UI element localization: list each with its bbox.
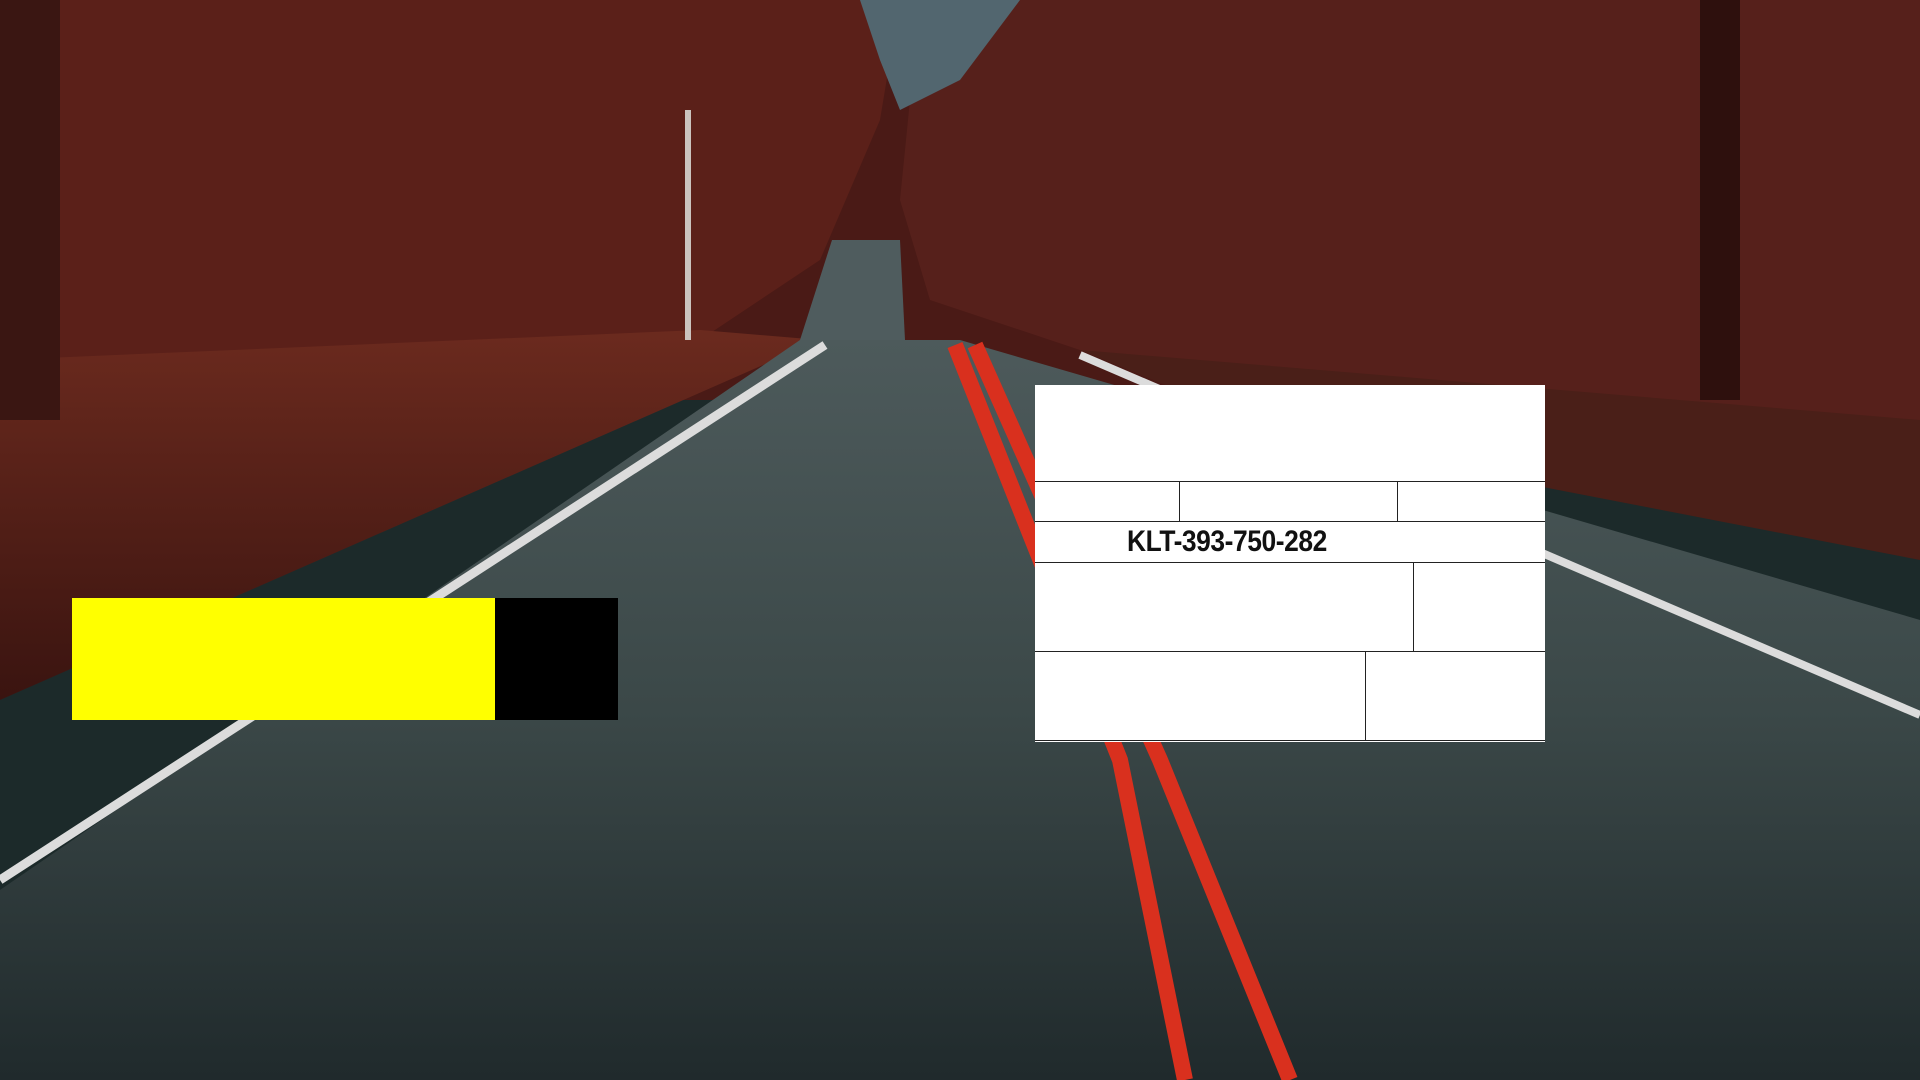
tree-trunk <box>0 0 60 420</box>
label-card: KLT-393-750-282 <box>1035 385 1545 742</box>
card-code-row: KLT-393-750-282 <box>1035 522 1545 563</box>
card-header-row <box>1035 385 1545 482</box>
pole <box>1700 0 1740 400</box>
card-cell <box>1035 482 1180 521</box>
card-cell <box>1180 482 1398 521</box>
background-photo <box>0 0 1920 1080</box>
card-row-4 <box>1035 563 1545 652</box>
pole <box>685 110 691 340</box>
progress-bar-fill <box>72 598 496 720</box>
card-cell <box>1035 563 1414 651</box>
card-row-5 <box>1035 652 1545 741</box>
progress-bar <box>72 598 618 720</box>
card-code: KLT-393-750-282 <box>1127 525 1327 558</box>
card-row-2 <box>1035 482 1545 522</box>
progress-bar-track <box>495 598 618 720</box>
card-cell <box>1035 652 1366 740</box>
